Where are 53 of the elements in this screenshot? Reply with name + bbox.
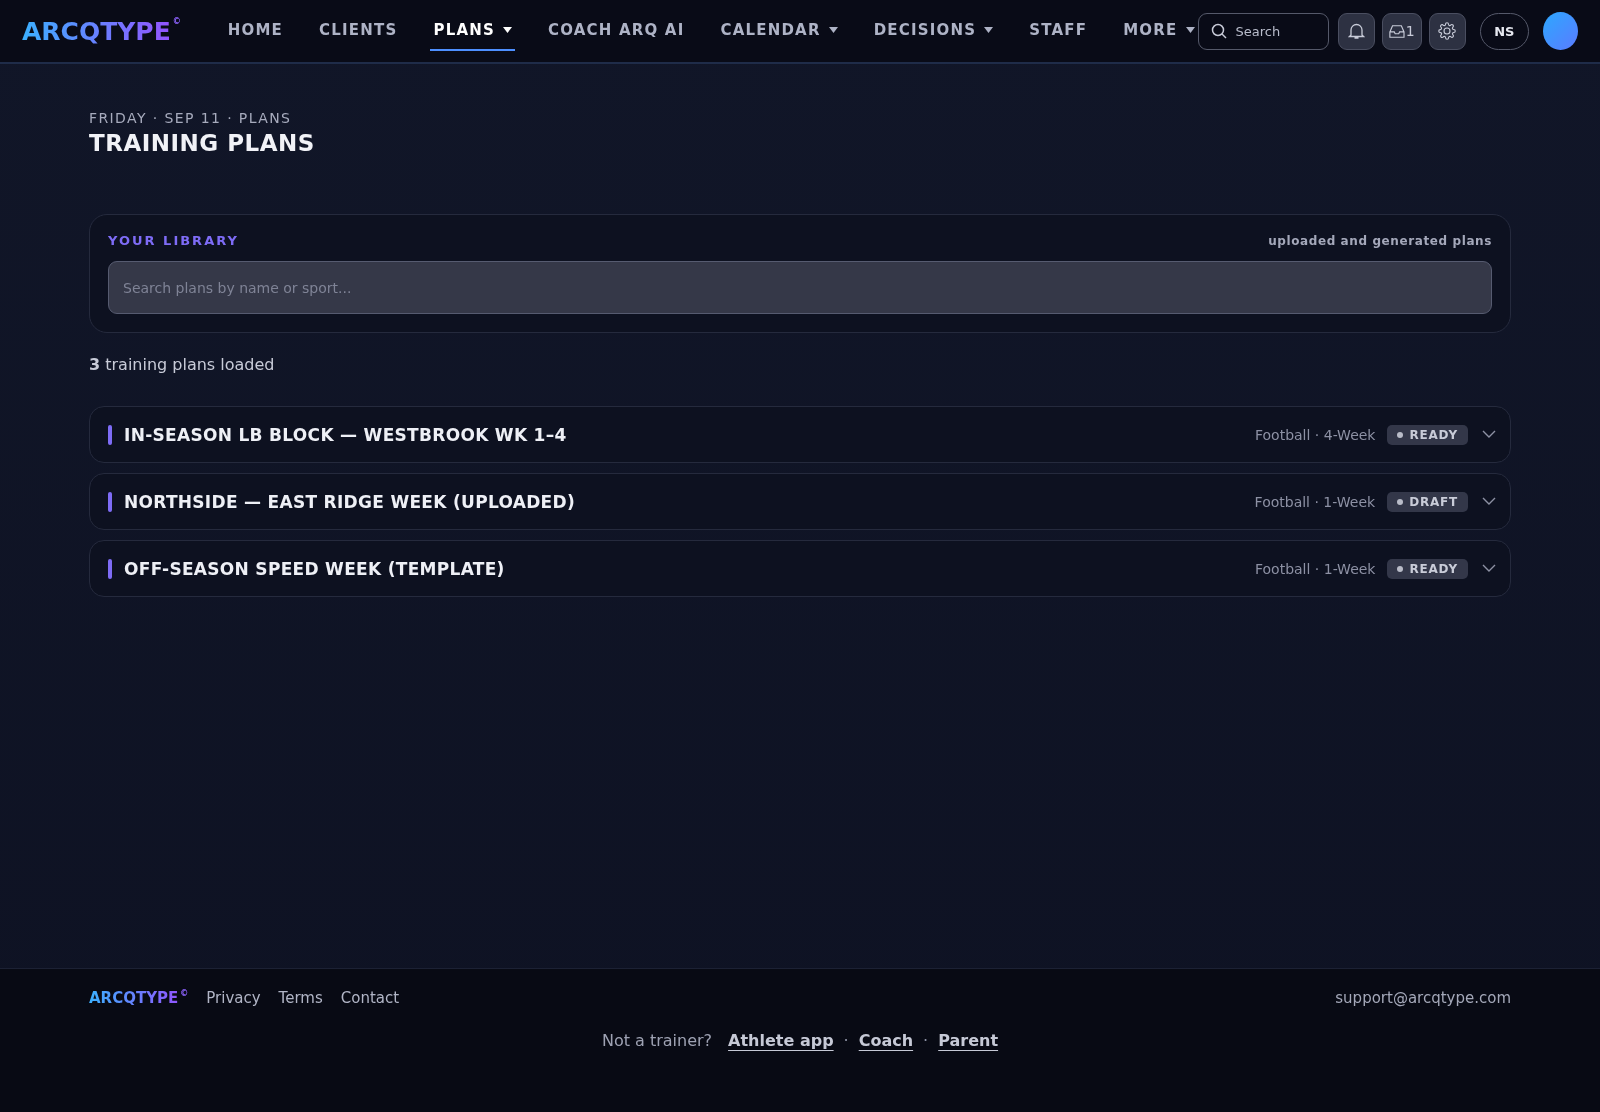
status-badge: READY bbox=[1387, 558, 1468, 579]
accent-bar bbox=[108, 491, 112, 512]
logo: ARCQTYPE© bbox=[22, 16, 181, 46]
support-email: support@arcqtype.com bbox=[1335, 989, 1511, 1007]
nav-tab[interactable]: COACH ARQ AI bbox=[544, 11, 688, 51]
chevron-icon bbox=[1482, 430, 1496, 439]
plan-row[interactable]: IN-SEASON LB BLOCK — WESTBROOK WK 1–4 Football · 4-Week READY bbox=[89, 406, 1511, 463]
breadcrumb: FRIDAY · SEP 11 · PLANS bbox=[89, 110, 293, 126]
nav-tab[interactable]: MORE bbox=[1120, 11, 1198, 51]
search-field[interactable]: Search bbox=[1197, 12, 1329, 50]
plan-count: 3 training plans loaded bbox=[89, 355, 276, 374]
footer-link[interactable]: Contact bbox=[340, 989, 400, 1007]
accent-bar bbox=[108, 558, 112, 579]
footer-logo: ARCQTYPE© bbox=[89, 989, 189, 1007]
footer-link[interactable]: Terms bbox=[278, 989, 323, 1007]
footer-prompt: Not a trainer? bbox=[601, 1031, 713, 1050]
app-link[interactable]: Coach bbox=[858, 1031, 914, 1050]
status-badge: READY bbox=[1387, 424, 1468, 445]
inbox-button[interactable]: 1 bbox=[1381, 12, 1422, 50]
notifications-button[interactable] bbox=[1337, 12, 1375, 50]
plan-name: OFF-SEASON SPEED WEEK (TEMPLATE) bbox=[124, 558, 506, 579]
settings-button[interactable] bbox=[1428, 12, 1466, 50]
library-subtitle: uploaded and generated plans bbox=[1268, 233, 1492, 248]
inbox-icon bbox=[1388, 23, 1405, 39]
plan-name: NORTHSIDE — EAST RIDGE WEEK (UPLOADED) bbox=[124, 491, 576, 512]
settings-icon bbox=[1438, 22, 1457, 40]
plan-meta: Football · 4-Week bbox=[1254, 426, 1376, 443]
chevron-icon bbox=[1482, 497, 1496, 506]
plan-row[interactable]: OFF-SEASON SPEED WEEK (TEMPLATE) Football · 1-Week READY bbox=[89, 540, 1511, 597]
search-icon bbox=[1210, 23, 1227, 39]
chevron-icon bbox=[1482, 564, 1496, 573]
app-link[interactable]: Athlete app bbox=[728, 1031, 834, 1050]
accent-bar bbox=[108, 424, 112, 445]
status-badge: DRAFT bbox=[1387, 491, 1468, 512]
avatar[interactable] bbox=[1542, 12, 1578, 50]
separator: · bbox=[843, 1031, 849, 1050]
library-title: YOUR LIBRARY bbox=[108, 233, 239, 248]
footer-link[interactable]: Privacy bbox=[206, 989, 261, 1007]
plan-meta: Football · 1-Week bbox=[1254, 560, 1376, 577]
nav-tab[interactable]: CALENDAR bbox=[717, 11, 841, 51]
plan-row[interactable]: NORTHSIDE — EAST RIDGE WEEK (UPLOADED) Football · 1-Week DRAFT bbox=[89, 473, 1511, 530]
bell-icon bbox=[1347, 22, 1365, 40]
page-title: TRAINING PLANS bbox=[89, 130, 316, 156]
nav-tab[interactable]: DECISIONS bbox=[870, 11, 997, 51]
nav-tab[interactable]: PLANS bbox=[430, 11, 515, 51]
app-link[interactable]: Parent bbox=[938, 1031, 999, 1050]
separator: · bbox=[923, 1031, 929, 1050]
nav-tab[interactable]: HOME bbox=[224, 11, 287, 51]
nav-tab[interactable]: STAFF bbox=[1026, 11, 1091, 51]
plan-name: IN-SEASON LB BLOCK — WESTBROOK WK 1–4 bbox=[124, 424, 568, 445]
nav-tab[interactable]: CLIENTS bbox=[316, 11, 401, 51]
plan-meta: Football · 1-Week bbox=[1254, 493, 1376, 510]
plan-search-field[interactable]: Search plans by name or sport... bbox=[108, 261, 1492, 314]
